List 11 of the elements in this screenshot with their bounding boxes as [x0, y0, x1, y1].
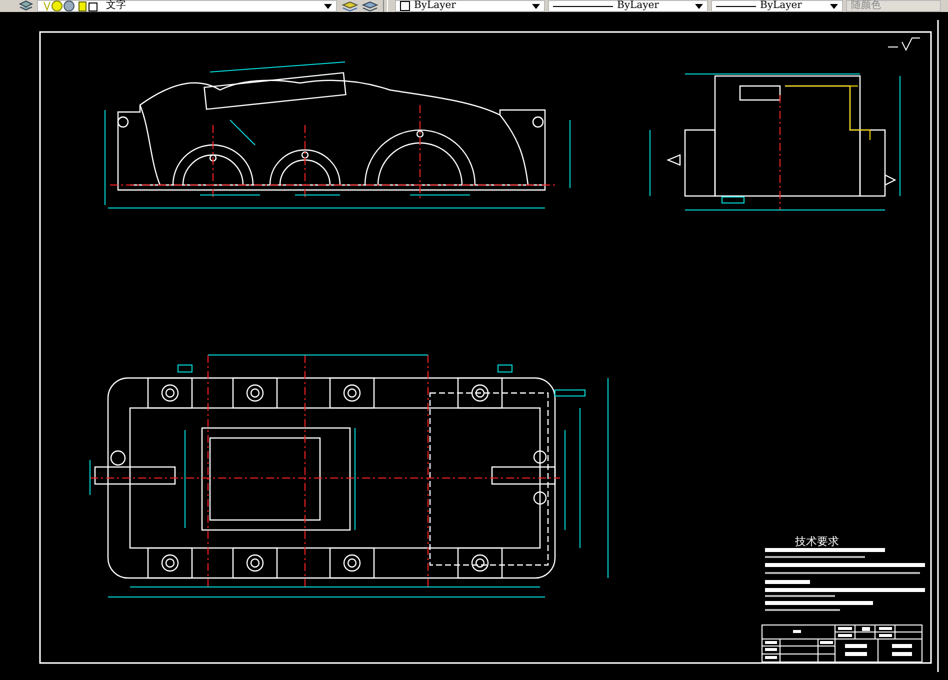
linetype-dropdown[interactable]: ByLayer: [548, 0, 708, 12]
notes-heading: 技术要求: [795, 535, 839, 548]
lineweight-dropdown[interactable]: ByLayer: [711, 0, 843, 12]
color-dropdown[interactable]: ByLayer: [395, 0, 545, 12]
caret-icon: [830, 4, 838, 8]
caret-icon: [532, 4, 540, 8]
caret-icon: [324, 4, 332, 8]
roughness-symbol-icon: [888, 38, 920, 52]
caret-icon: [695, 4, 703, 8]
layer-tools-icon[interactable]: [340, 0, 380, 12]
layers-icon[interactable]: [18, 0, 34, 12]
